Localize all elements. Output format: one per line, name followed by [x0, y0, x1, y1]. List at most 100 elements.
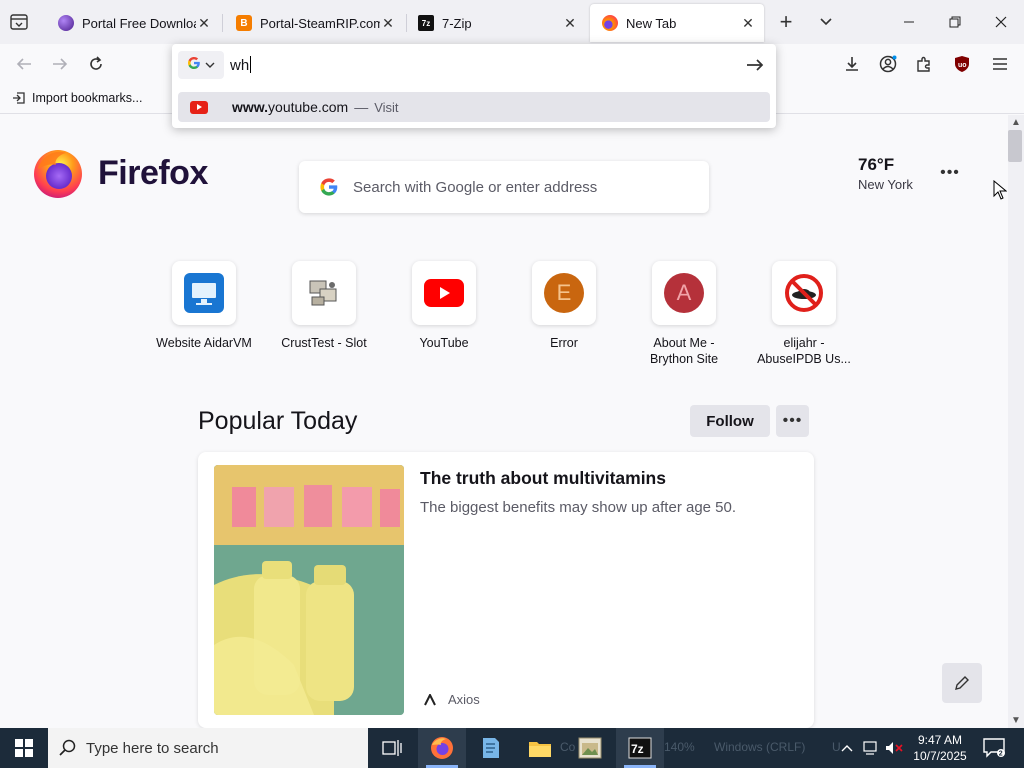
forward-arrow-icon[interactable]: [48, 52, 72, 76]
follow-button[interactable]: Follow: [690, 405, 770, 437]
taskbar-image-app-icon[interactable]: [566, 728, 614, 768]
section-more-icon[interactable]: •••: [776, 405, 809, 437]
svg-text:7z: 7z: [631, 742, 644, 756]
search-engine-selector[interactable]: [178, 51, 224, 79]
url-suggestion-youtube[interactable]: www.youtube.com — Visit: [178, 92, 770, 122]
taskbar-search-input[interactable]: Type here to search: [48, 728, 368, 768]
url-typed-text: wh: [230, 57, 250, 74]
story-headline[interactable]: The truth about multivitamins: [420, 468, 666, 489]
restore-icon[interactable]: [940, 8, 970, 36]
new-tab-plus-icon[interactable]: +: [776, 11, 796, 33]
taskbar-file-explorer-icon[interactable]: [516, 728, 564, 768]
axios-logo-icon: [424, 693, 436, 706]
new-tab-page: Firefox Search with Google or enter addr…: [0, 115, 1008, 728]
clock-date: 10/7/2025: [913, 749, 967, 763]
close-icon[interactable]: ✕: [740, 15, 756, 31]
tray-chevron-up-icon[interactable]: [836, 728, 858, 768]
popular-today-heading: Popular Today: [198, 407, 358, 435]
top-site-elijahr-abuseipdb[interactable]: elijahr - AbuseIPDB Us...: [744, 261, 864, 367]
minimize-icon[interactable]: [894, 8, 924, 36]
top-site-about-me-brython[interactable]: A About Me - Brython Site: [624, 261, 744, 367]
youtube-icon: [190, 100, 208, 114]
reload-icon[interactable]: [84, 52, 108, 76]
tab-list-icon[interactable]: [8, 12, 30, 32]
top-site-youtube[interactable]: YouTube: [384, 261, 504, 351]
svg-text:uo: uo: [958, 62, 967, 69]
top-site-error[interactable]: E Error: [504, 261, 624, 351]
top-site-label: elijahr - AbuseIPDB Us...: [757, 336, 851, 366]
suggestion-separator: —: [354, 99, 369, 115]
search-icon: [58, 739, 76, 757]
urlbar-dropdown: wh www.youtube.com — Visit: [172, 44, 776, 128]
purple-orb-icon: [58, 15, 74, 31]
back-arrow-icon[interactable]: [12, 52, 36, 76]
windows-start-icon[interactable]: [0, 728, 48, 768]
top-site-label: Error: [550, 336, 578, 350]
top-site-label: YouTube: [419, 336, 469, 350]
story-description: The biggest benefits may show up after a…: [420, 499, 737, 516]
clock-time: 9:47 AM: [917, 733, 963, 747]
suggestion-url: www.youtube.com: [232, 99, 349, 115]
page-scrollbar[interactable]: [1008, 115, 1024, 728]
scroll-up-icon[interactable]: ▲: [1008, 115, 1024, 129]
close-icon[interactable]: ✕: [196, 15, 212, 31]
import-bookmarks-button[interactable]: Import bookmarks...: [12, 91, 142, 105]
top-site-website-aidarvm[interactable]: Website AidarVM: [144, 261, 264, 351]
tab-title: 7-Zip: [442, 15, 472, 31]
tab-title: New Tab: [626, 15, 677, 31]
network-icon[interactable]: [860, 728, 882, 768]
search-placeholder: Search with Google or enter address: [353, 178, 598, 196]
task-view-icon[interactable]: [368, 728, 416, 768]
chevron-down-icon: [205, 56, 215, 74]
firefox-wordmark: Firefox: [98, 153, 208, 192]
firefox-logo: Firefox: [32, 147, 208, 199]
taskbar-clock[interactable]: 9:47 AM 10/7/2025: [908, 732, 972, 764]
close-window-icon[interactable]: [986, 8, 1016, 36]
close-icon[interactable]: ✕: [562, 15, 578, 31]
svg-text:2: 2: [999, 751, 1003, 758]
firefox-icon: [602, 15, 618, 31]
scroll-down-icon[interactable]: ▼: [1008, 713, 1024, 727]
tab-title: Portal-SteamRIP.com.ra: [260, 15, 380, 31]
tab-new-tab[interactable]: New Tab ✕: [590, 4, 764, 42]
weather-city: New York: [858, 177, 913, 192]
customize-pencil-icon[interactable]: [942, 663, 982, 703]
letter-a-icon: A: [652, 261, 716, 325]
tab-strip: Portal Free Download ( ✕ B Portal-SteamR…: [0, 0, 1024, 44]
scrollbar-thumb[interactable]: [1008, 130, 1022, 162]
taskbar-firefox-icon[interactable]: [418, 728, 466, 768]
monitor-icon: [172, 261, 236, 325]
newtab-search-input[interactable]: Search with Google or enter address: [299, 161, 709, 213]
taskbar-ghost-text-zoom: 140%: [664, 740, 695, 754]
taskbar-7zip-icon[interactable]: 7z: [616, 728, 664, 768]
chevron-down-icon[interactable]: [816, 12, 836, 32]
tab-7zip[interactable]: 7z 7-Zip ✕: [406, 4, 586, 42]
computer-stack-icon: [292, 261, 356, 325]
account-icon[interactable]: [876, 52, 900, 76]
extensions-puzzle-icon[interactable]: [912, 52, 936, 76]
story-card[interactable]: The truth about multivitamins The bigges…: [198, 452, 814, 728]
top-site-crusttest-slot[interactable]: CrustTest - Slot: [264, 261, 384, 351]
tab-portal-download[interactable]: Portal Free Download ( ✕: [46, 4, 220, 42]
volume-muted-icon[interactable]: [884, 728, 906, 768]
taskbar-notepad-icon[interactable]: [466, 728, 514, 768]
ublock-origin-icon[interactable]: uo: [950, 52, 974, 76]
go-arrow-icon[interactable]: [744, 54, 766, 76]
hamburger-menu-icon[interactable]: [988, 52, 1012, 76]
firefox-logo-icon: [34, 150, 82, 198]
close-icon[interactable]: ✕: [380, 15, 396, 31]
tab-portal-steamrip[interactable]: B Portal-SteamRIP.com.ra ✕: [224, 4, 404, 42]
url-input[interactable]: wh: [230, 56, 252, 74]
download-icon[interactable]: [840, 52, 864, 76]
top-site-label: About Me - Brython Site: [649, 336, 719, 366]
weather-widget[interactable]: 76°F New York: [858, 155, 913, 192]
story-image: [214, 465, 404, 715]
weather-more-icon[interactable]: •••: [938, 164, 962, 181]
blogger-b-icon: B: [236, 15, 252, 31]
import-bookmarks-label: Import bookmarks...: [32, 91, 143, 105]
no-hat-icon: [772, 261, 836, 325]
import-icon: [12, 91, 26, 105]
top-site-label: Website AidarVM: [156, 336, 252, 350]
notification-center-icon[interactable]: 2: [980, 736, 1008, 760]
windows-taskbar: Type here to search Co 7z 140% Windows (…: [0, 728, 1024, 768]
